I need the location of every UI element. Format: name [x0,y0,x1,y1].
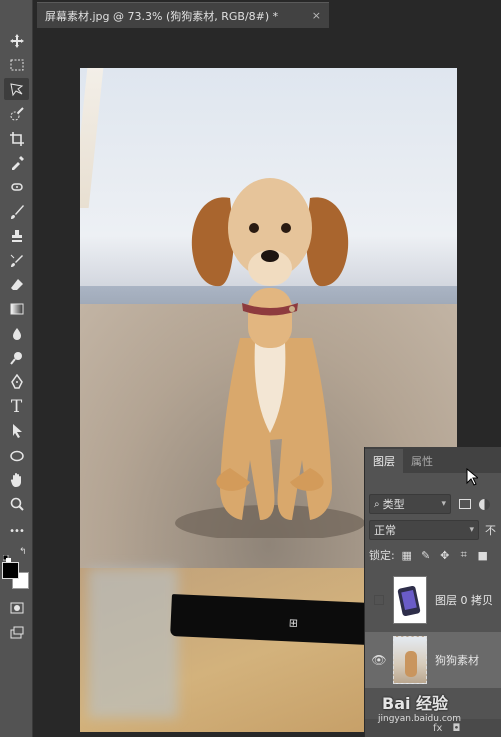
chevron-down-icon: ▾ [469,525,474,535]
search-icon: ⌕ [374,498,380,510]
watermark-url: jingyan.baidu.com [378,714,462,724]
screen-mode-icon[interactable] [4,622,29,644]
dodge-tool-icon[interactable] [4,347,29,369]
mouse-cursor-icon [466,468,478,486]
path-select-tool-icon[interactable] [4,420,29,442]
swap-colors-icon[interactable]: ↰ [19,547,27,557]
lock-brush-icon[interactable]: ✎ [419,548,433,562]
tools-panel: T ••• ↰ [0,0,33,737]
watermark-logo: Bai 经验 [382,694,449,713]
default-colors-icon[interactable] [2,548,11,563]
visibility-toggle[interactable] [365,595,393,605]
gradient-tool-icon[interactable] [4,298,29,320]
hand-tool-icon[interactable] [4,469,29,491]
lock-all-icon[interactable]: ■ [476,548,490,562]
lock-label: 锁定: [369,549,395,562]
opacity-label: 不 [485,524,496,537]
tab-layers[interactable]: 图层 [365,449,403,473]
dog-image [175,178,365,538]
layer-thumbnail [393,576,427,624]
layer-row[interactable]: 图层 0 拷贝 [365,572,501,628]
filter-label: 类型 [382,498,405,511]
foreground-color-swatch[interactable] [2,562,19,579]
eraser-tool-icon[interactable] [4,274,29,296]
more-tools-icon[interactable]: ••• [4,520,29,542]
history-brush-tool-icon[interactable] [4,250,29,272]
tab-properties[interactable]: 属性 [403,449,441,473]
document-tab-title: 屏幕素材.jpg @ 73.3% (狗狗素材, RGB/8#) * [45,9,279,23]
layer-row[interactable]: 👁 狗狗素材 [365,632,501,688]
pen-tool-icon[interactable] [4,371,29,393]
type-tool-icon[interactable]: T [4,396,29,418]
document-tab-bar: 屏幕素材.jpg @ 73.3% (狗狗素材, RGB/8#) * × [33,0,501,30]
stamp-tool-icon[interactable] [4,225,29,247]
blend-mode-value: 正常 [374,524,396,537]
ellipse-tool-icon[interactable] [4,445,29,467]
lock-transparent-icon[interactable]: ▦ [400,548,414,562]
marquee-tool-icon[interactable] [4,54,29,76]
crop-tool-icon[interactable] [4,128,29,150]
lock-artboard-icon[interactable]: ⌗ [457,548,471,562]
blurred-background [88,568,178,718]
fx-icon[interactable]: fx [433,723,442,734]
layer-name: 狗狗素材 [435,654,479,667]
healing-tool-icon[interactable] [4,176,29,198]
layer-name: 图层 0 拷贝 [435,594,493,607]
eyedropper-tool-icon[interactable] [4,152,29,174]
move-tool-icon[interactable] [4,30,29,52]
image-filter-icon[interactable] [459,499,471,509]
close-icon[interactable]: × [312,9,321,22]
blend-mode-dropdown[interactable]: 正常 ▾ [369,520,479,540]
quick-mask-icon[interactable] [4,597,29,619]
panel-tabs: 图层 属性 [365,447,501,473]
document-tab[interactable]: 屏幕素材.jpg @ 73.3% (狗狗素材, RGB/8#) * × [37,2,329,28]
layer-thumbnail [393,636,427,684]
photoshop-window: T ••• ↰ 屏幕素材.jpg @ 73.3% (狗狗素材, RGB/8#) … [0,0,501,737]
zoom-tool-icon[interactable] [4,493,29,515]
lock-position-icon[interactable]: ✥ [438,548,452,562]
lasso-tool-icon[interactable] [4,78,29,100]
layer-filter-dropdown[interactable]: ⌕ 类型 ▾ [369,494,451,514]
windows-logo-icon: ⊞ [288,616,299,630]
blur-tool-icon[interactable] [4,323,29,345]
brush-tool-icon[interactable] [4,201,29,223]
adjustment-filter-icon[interactable] [479,498,490,510]
eye-icon[interactable]: 👁 [365,653,393,667]
quick-select-tool-icon[interactable] [4,103,29,125]
chevron-down-icon: ▾ [441,499,446,509]
mask-icon[interactable]: ◘ [452,723,460,734]
